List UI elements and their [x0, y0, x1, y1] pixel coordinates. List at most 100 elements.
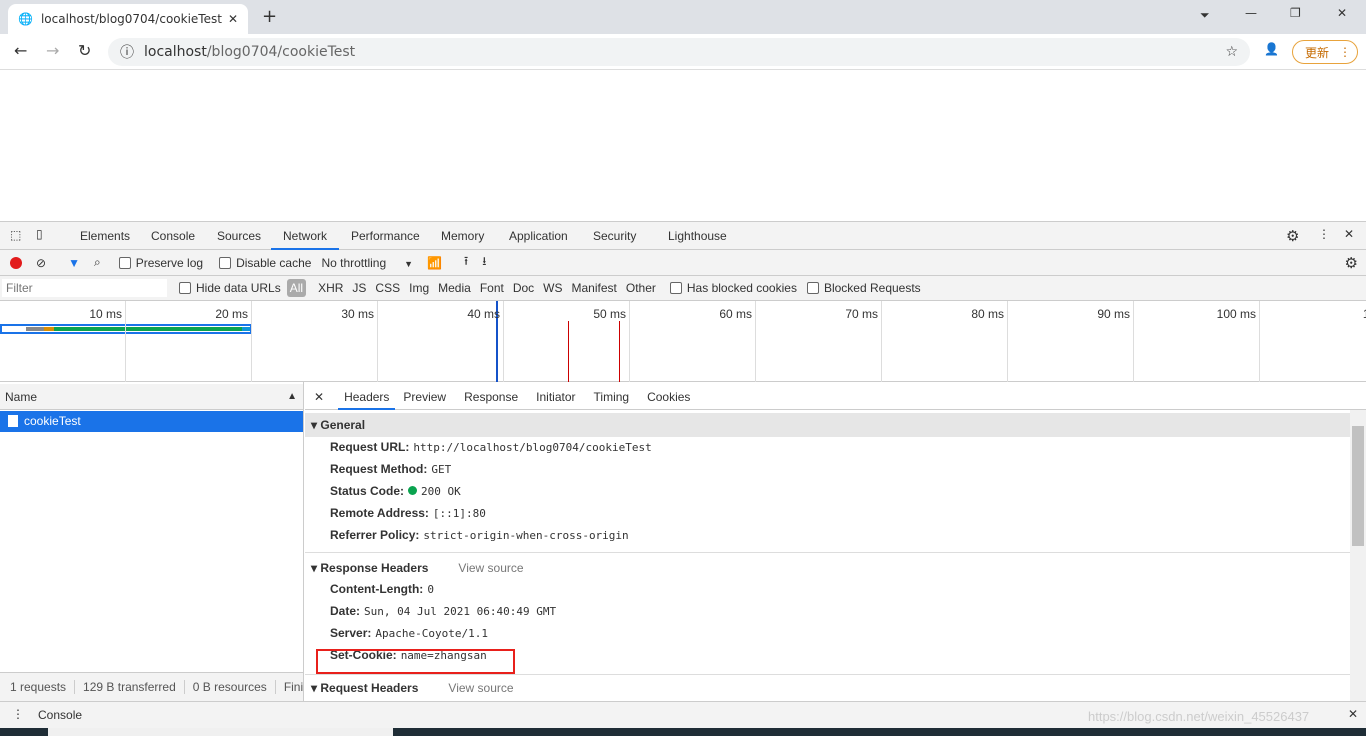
preserve-log-checkbox[interactable]: Preserve log — [118, 256, 203, 270]
drawer-tab-console[interactable]: Console — [30, 702, 91, 730]
status-bar: 1 requests 129 B transferred 0 B resourc… — [0, 672, 303, 701]
import-har-icon[interactable]: ⭱ — [464, 252, 468, 273]
type-filter-font[interactable]: Font — [480, 281, 504, 295]
timeline-tick-label: 40 ms — [467, 307, 500, 321]
set-cookie-highlight-box — [316, 649, 515, 674]
tab-network[interactable]: Network — [271, 222, 339, 250]
timeline-tick-label: 90 ms — [1097, 307, 1130, 321]
hide-data-urls-checkbox[interactable]: Hide data URLs — [179, 281, 281, 295]
tab-memory[interactable]: Memory — [441, 222, 484, 250]
network-conditions-icon[interactable]: 📶 — [427, 256, 442, 270]
tab-headers[interactable]: Headers — [338, 384, 396, 410]
type-filter-media[interactable]: Media — [438, 281, 471, 295]
header-value: GET — [431, 463, 452, 476]
header-row: Request Method: GET — [330, 462, 451, 476]
close-devtools-icon[interactable]: ✕ — [1344, 227, 1354, 241]
tab-response[interactable]: Response — [464, 390, 518, 404]
blocked-requests-checkbox[interactable]: Blocked Requests — [806, 281, 921, 295]
export-har-icon[interactable]: ⭳ — [482, 252, 486, 273]
request-row[interactable]: cookieTest — [0, 411, 303, 432]
clear-icon[interactable]: ⊘ — [36, 256, 46, 270]
network-overview-timeline[interactable]: 10 ms 20 ms 30 ms 40 ms 50 ms 60 ms 70 ms 80 ms… — [0, 301, 1366, 382]
search-icon[interactable]: ⌕ — [94, 255, 101, 270]
request-headers-section-header[interactable]: ▾ Request Headers View source — [305, 676, 1350, 700]
throttling-select[interactable]: No throttling ▼ — [321, 256, 413, 270]
response-headers-section-header[interactable]: ▾ Response Headers View source — [305, 556, 1350, 580]
type-filter-css[interactable]: CSS — [375, 281, 400, 295]
tab-initiator[interactable]: Initiator — [536, 390, 575, 404]
record-icon[interactable] — [10, 256, 22, 269]
profile-avatar[interactable]: 👤 — [1264, 42, 1279, 56]
reload-button[interactable]: ↻ — [78, 41, 91, 60]
header-value: strict-origin-when-cross-origin — [423, 529, 629, 542]
general-section-header[interactable]: ▾ General — [305, 413, 1350, 437]
load-event-line — [619, 321, 620, 382]
more-options-icon[interactable]: ⋮ — [1318, 227, 1330, 241]
network-settings-gear-icon[interactable]: ⚙ — [1345, 254, 1358, 272]
timeline-gridline — [377, 301, 378, 382]
device-toggle-icon[interactable]: ▯ — [36, 227, 43, 241]
drawer-menu-icon[interactable]: ⋮ — [12, 707, 24, 721]
scrollbar[interactable] — [1350, 410, 1366, 701]
filter-icon[interactable]: ▼ — [68, 256, 80, 270]
close-details-icon[interactable]: ✕ — [314, 390, 324, 404]
minimize-button[interactable]: — — [1245, 6, 1257, 20]
tab-sources[interactable]: Sources — [217, 222, 261, 250]
url-input[interactable]: ⓘ localhost/blog0704/cookieTest ☆ — [108, 38, 1250, 66]
type-filter-doc[interactable]: Doc — [513, 281, 534, 295]
close-window-button[interactable]: ✕ — [1337, 6, 1347, 20]
new-tab-button[interactable]: + — [262, 6, 277, 27]
type-filter-js[interactable]: JS — [352, 281, 366, 295]
view-source-link[interactable]: View source — [448, 681, 513, 695]
tab-preview[interactable]: Preview — [403, 390, 446, 404]
close-drawer-icon[interactable]: ✕ — [1348, 707, 1358, 721]
header-name: Referrer Policy: — [330, 528, 420, 542]
name-column-header[interactable]: Name ▲ — [0, 384, 303, 410]
timeline-gridline — [125, 301, 126, 382]
tab-security[interactable]: Security — [593, 222, 636, 250]
header-row: Request URL: http://localhost/blog0704/co… — [330, 440, 652, 454]
tab-search-icon[interactable]: ⏷ — [1200, 8, 1210, 23]
devtools-tabbar: ⬚ ▯ Elements Console Sources Network Per… — [0, 222, 1366, 250]
info-icon[interactable]: ⓘ — [120, 42, 134, 62]
filter-input[interactable] — [2, 279, 167, 297]
update-button[interactable]: 更新 ⋮ — [1292, 40, 1358, 64]
tab-application[interactable]: Application — [509, 222, 568, 250]
forward-button[interactable]: → — [46, 41, 59, 60]
bookmark-star-icon[interactable]: ☆ — [1225, 44, 1238, 60]
header-row: Date: Sun, 04 Jul 2021 06:40:49 GMT — [330, 604, 556, 618]
has-blocked-cookies-checkbox[interactable]: Has blocked cookies — [669, 281, 797, 295]
request-list: Name ▲ cookieTest 1 requests 129 B transf… — [0, 382, 304, 701]
header-name: Status Code: — [330, 484, 405, 498]
type-filter-xhr[interactable]: XHR — [318, 281, 343, 295]
maximize-button[interactable]: ❐ — [1290, 6, 1301, 20]
tab-cookies[interactable]: Cookies — [647, 390, 690, 404]
header-name: Date: — [330, 604, 361, 618]
type-filter-ws[interactable]: WS — [543, 281, 562, 295]
header-value: 200 OK — [421, 485, 461, 498]
tab-console[interactable]: Console — [151, 222, 195, 250]
inspect-icon[interactable]: ⬚ — [10, 228, 21, 242]
settings-gear-icon[interactable]: ⚙ — [1286, 227, 1299, 245]
tab-lighthouse[interactable]: Lighthouse — [668, 222, 727, 250]
type-filter-manifest[interactable]: Manifest — [572, 281, 617, 295]
type-filter-img[interactable]: Img — [409, 281, 429, 295]
header-value: http://localhost/blog0704/cookieTest — [413, 441, 652, 454]
browser-tab[interactable]: 🌐 localhost/blog0704/cookieTest ✕ — [8, 4, 248, 34]
type-filter-other[interactable]: Other — [626, 281, 656, 295]
timeline-tick-label: 70 ms — [845, 307, 878, 321]
timeline-gridline — [755, 301, 756, 382]
globe-icon: 🌐 — [18, 12, 33, 26]
header-row: Remote Address: [::1]:80 — [330, 506, 486, 520]
type-filter-all[interactable]: All — [286, 279, 307, 297]
back-button[interactable]: ← — [14, 41, 27, 60]
view-source-link[interactable]: View source — [458, 561, 523, 575]
tab-elements[interactable]: Elements — [80, 222, 130, 250]
disable-cache-checkbox[interactable]: Disable cache — [219, 256, 311, 270]
close-tab-icon[interactable]: ✕ — [228, 12, 238, 26]
tab-timing[interactable]: Timing — [594, 390, 630, 404]
tab-performance[interactable]: Performance — [351, 222, 420, 250]
timeline-gridline — [881, 301, 882, 382]
header-row: Server: Apache-Coyote/1.1 — [330, 626, 488, 640]
header-row: Referrer Policy: strict-origin-when-cross… — [330, 528, 629, 542]
